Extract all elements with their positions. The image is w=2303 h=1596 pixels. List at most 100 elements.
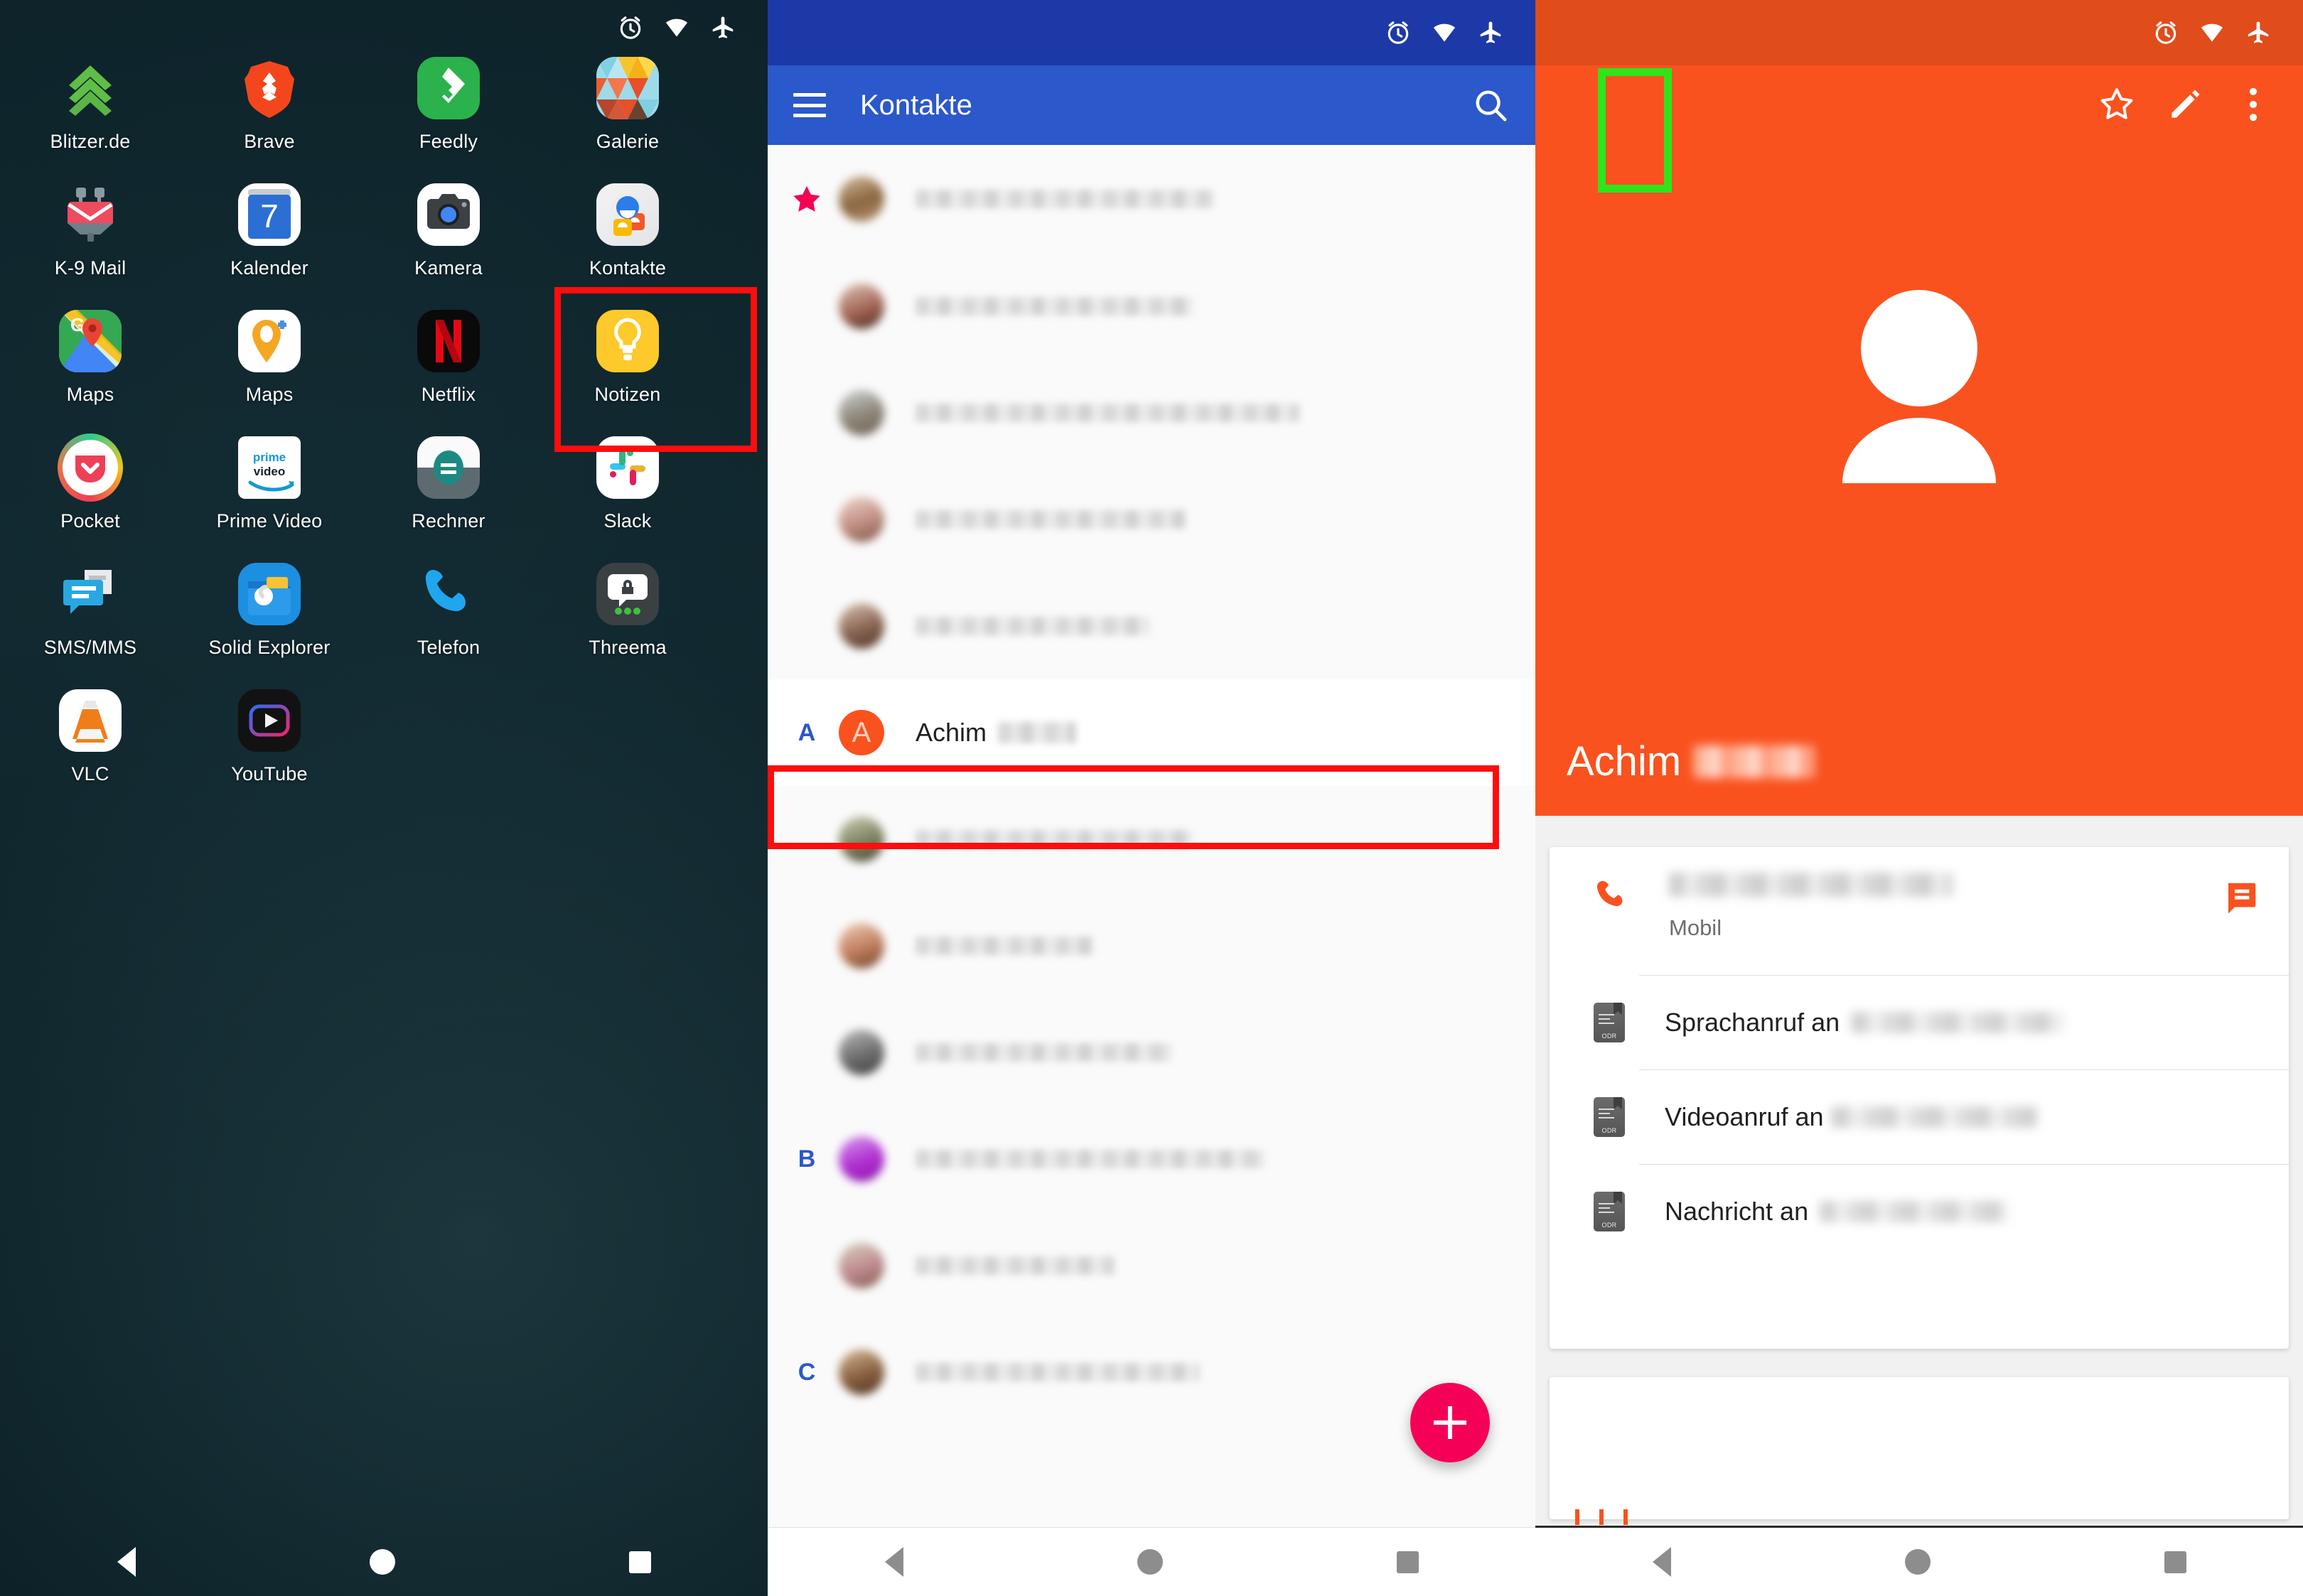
app-grid: Blitzer.de Brave Feedly Galerie K-9 Mail… <box>0 55 768 814</box>
app-youtube[interactable]: YouTube <box>181 688 358 814</box>
action-label: Nachricht an <box>1665 1197 2009 1226</box>
list-item[interactable] <box>768 999 1535 1106</box>
contact-detail-actions <box>2083 65 2287 144</box>
recents-button[interactable] <box>628 1551 651 1573</box>
app-maps-osmand[interactable]: Maps <box>181 308 358 435</box>
phone-number-row[interactable]: Mobil <box>1550 847 2289 975</box>
app-kalender[interactable]: 7 Kalender <box>181 182 358 308</box>
contact-name-redacted <box>916 1256 1115 1275</box>
app-vlc[interactable]: VLC <box>1 688 179 814</box>
list-item[interactable] <box>768 253 1535 360</box>
wifi-icon <box>2201 23 2223 42</box>
app-telefon[interactable]: Telefon <box>360 561 537 688</box>
app-rechner[interactable]: Rechner <box>360 435 537 561</box>
navigation-bar-detail <box>1535 1528 2303 1596</box>
action-target-redacted <box>1820 1201 2009 1222</box>
sim-card-icon: ODR <box>1594 1003 1625 1042</box>
app-maps-google[interactable]: G Maps <box>1 308 179 435</box>
app-label: Feedly <box>419 131 478 152</box>
status-bar-detail <box>1535 0 2303 65</box>
svg-text:video: video <box>254 465 285 478</box>
phone-number-redacted <box>1669 873 1953 897</box>
list-item[interactable] <box>768 360 1535 466</box>
app-feedly[interactable]: Feedly <box>360 55 537 182</box>
app-label: Netflix <box>421 384 476 405</box>
app-solid-explorer[interactable]: Solid Explorer <box>181 561 358 688</box>
app-label: Kontakte <box>589 257 667 279</box>
list-item[interactable] <box>768 466 1535 573</box>
section-letter: A <box>798 718 816 746</box>
recents-button[interactable] <box>2164 1551 2186 1573</box>
app-brave[interactable]: Brave <box>181 55 358 182</box>
sms-mms-icon <box>58 561 123 627</box>
app-sms-mms[interactable]: SMS/MMS <box>1 561 179 688</box>
phone-text-column: Mobil <box>1669 873 2222 941</box>
contacts-list[interactable]: A A Achim B C <box>768 145 1535 1528</box>
notizen-icon <box>595 308 660 374</box>
app-label: Kalender <box>230 257 308 279</box>
app-netflix[interactable]: Netflix <box>360 308 537 435</box>
app-label: SMS/MMS <box>43 637 137 658</box>
back-button[interactable] <box>117 1547 136 1577</box>
partial-content-marks <box>1575 1509 1628 1525</box>
contacts-app-bar: Kontakte <box>768 65 1535 145</box>
hamburger-menu-icon[interactable] <box>793 93 826 117</box>
svg-text:G: G <box>70 314 85 335</box>
sms-message-icon[interactable] <box>2222 878 2260 917</box>
solid-explorer-icon <box>237 561 302 627</box>
phone-type-label: Mobil <box>1669 915 1722 940</box>
app-label: Brave <box>244 131 295 152</box>
list-item[interactable] <box>768 145 1535 253</box>
app-prime-video[interactable]: prime video Prime Video <box>181 435 358 561</box>
list-item[interactable] <box>768 1212 1535 1319</box>
app-blitzer-de[interactable]: Blitzer.de <box>1 55 179 182</box>
airplane-mode-icon <box>2248 21 2269 43</box>
app-threema[interactable]: Threema <box>539 561 716 688</box>
app-slack[interactable]: Slack <box>539 435 716 561</box>
action-row-video-call[interactable]: ODR Videoanruf an <box>1550 1070 2289 1164</box>
back-button[interactable] <box>884 1547 903 1577</box>
list-item[interactable] <box>768 786 1535 893</box>
list-item[interactable]: B <box>768 1106 1535 1212</box>
navigation-bar-contacts <box>768 1527 1535 1596</box>
home-button[interactable] <box>1137 1549 1163 1575</box>
search-icon[interactable] <box>1471 86 1510 124</box>
app-notizen[interactable]: Notizen <box>539 308 716 435</box>
osmand-maps-icon <box>237 308 302 374</box>
app-label: Blitzer.de <box>50 131 131 152</box>
app-label: Maps <box>66 384 114 405</box>
contact-name-redacted <box>916 190 1214 208</box>
prime-video-icon: prime video <box>237 435 302 500</box>
kalender-icon: 7 <box>237 182 302 247</box>
sim-badge-text: ODR <box>1601 1127 1617 1134</box>
action-row-message[interactable]: ODR Nachricht an <box>1550 1165 2289 1258</box>
recents-button[interactable] <box>1396 1551 1419 1573</box>
list-item[interactable] <box>768 573 1535 679</box>
slack-icon <box>595 435 660 500</box>
avatar-initial: A <box>839 710 884 755</box>
three-panel-screenshot: Blitzer.de Brave Feedly Galerie K-9 Mail… <box>0 0 2303 1596</box>
add-contact-fab[interactable] <box>1410 1383 1490 1462</box>
back-button[interactable] <box>1652 1547 1671 1577</box>
favorite-star-icon <box>786 183 827 215</box>
app-kontakte[interactable]: Kontakte <box>539 182 716 308</box>
app-galerie[interactable]: Galerie <box>539 55 716 182</box>
threema-icon <box>595 561 660 627</box>
airplane-mode-icon <box>712 16 734 38</box>
app-k9-mail[interactable]: K-9 Mail <box>1 182 179 308</box>
list-item[interactable] <box>768 893 1535 999</box>
avatar <box>839 1030 884 1075</box>
avatar <box>839 284 884 329</box>
status-bar-contacts <box>768 0 1535 65</box>
action-row-voice-call[interactable]: ODR Sprachanruf an <box>1550 976 2289 1069</box>
overflow-menu-icon[interactable] <box>2219 65 2287 144</box>
contact-name-redacted <box>916 404 1299 422</box>
home-button[interactable] <box>369 1549 395 1575</box>
app-pocket[interactable]: Pocket <box>1 433 179 561</box>
favorite-star-outline-icon[interactable] <box>2083 65 2151 144</box>
avatar <box>839 1243 884 1288</box>
edit-pencil-icon[interactable] <box>2151 65 2219 144</box>
home-button[interactable] <box>1904 1549 1931 1575</box>
list-item-achim[interactable]: A A Achim <box>768 679 1535 786</box>
app-kamera[interactable]: Kamera <box>360 182 537 308</box>
